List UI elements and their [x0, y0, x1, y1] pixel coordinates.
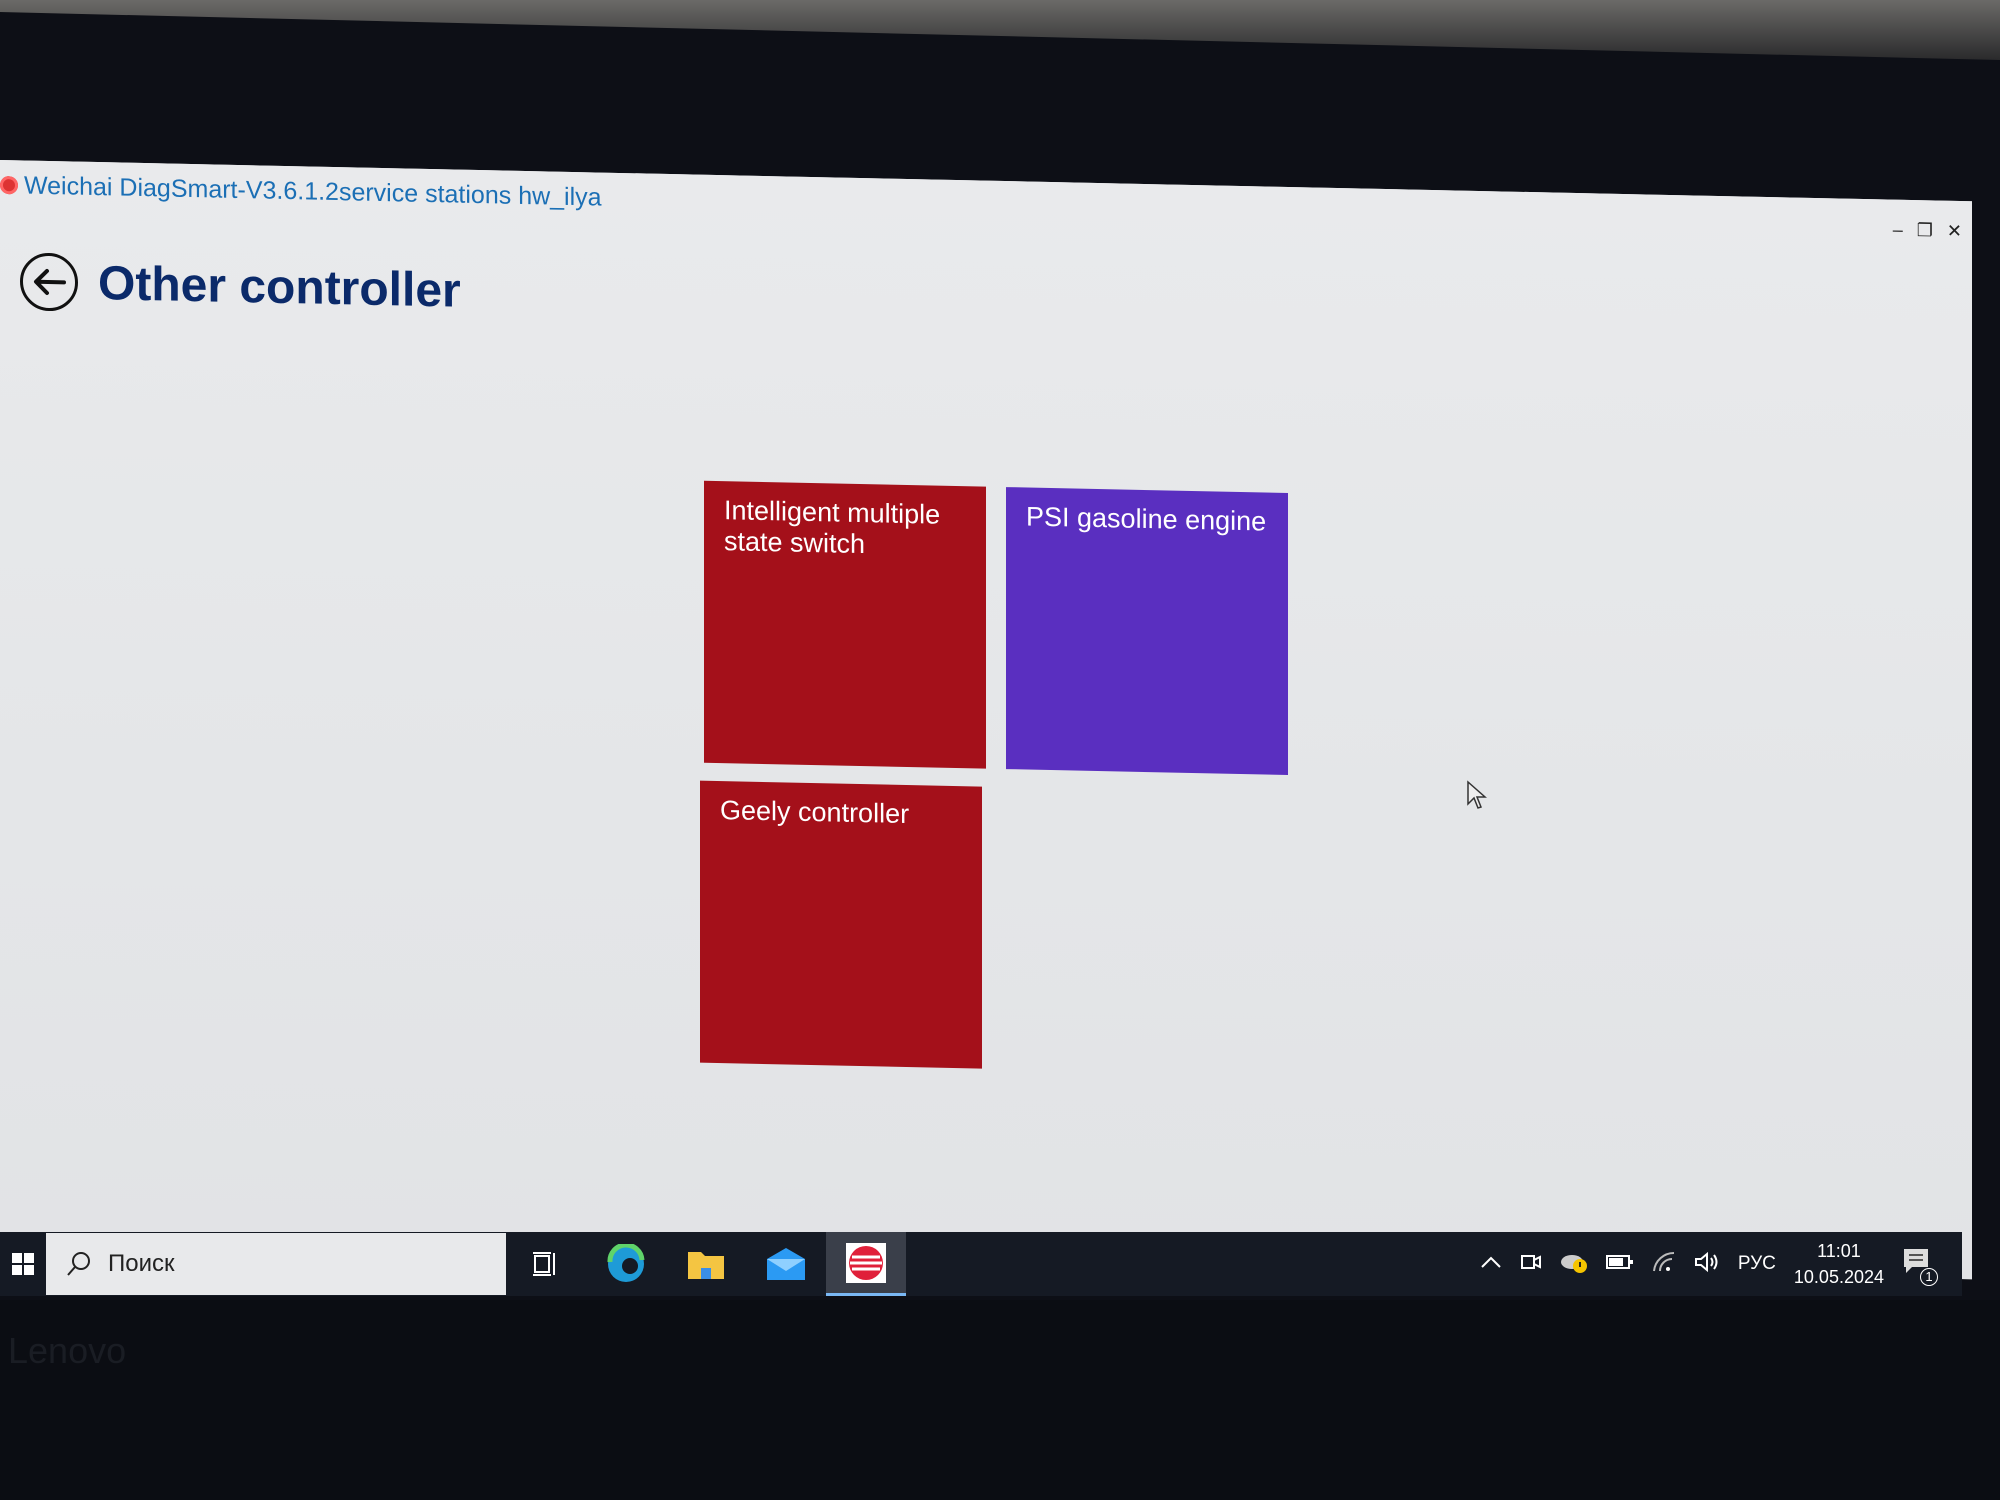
wifi-tray-button[interactable] [1652, 1251, 1676, 1278]
volume-tray-button[interactable] [1694, 1251, 1720, 1278]
tile-label: Intelligent multiple state switch [724, 495, 941, 560]
back-button[interactable] [20, 252, 78, 312]
battery-tray-button[interactable] [1605, 1254, 1634, 1275]
tile-psi-gasoline-engine[interactable]: PSI gasoline engine [1006, 487, 1288, 775]
battery-icon [1605, 1254, 1633, 1269]
close-button[interactable]: ✕ [1947, 221, 1962, 242]
arrow-left-icon [34, 268, 66, 295]
windows-logo-icon [12, 1253, 34, 1275]
laptop-brand-logo: Lenovo [8, 1330, 127, 1371]
taskbar-search-input[interactable]: Поиск [46, 1233, 506, 1295]
wifi-icon [1652, 1251, 1674, 1271]
minimize-button[interactable]: – [1893, 220, 1903, 241]
diagsmart-app-icon [846, 1242, 886, 1283]
task-view-icon [533, 1252, 555, 1276]
tile-label: Geely controller [720, 795, 910, 830]
search-placeholder: Поиск [108, 1250, 175, 1277]
taskbar-file-explorer[interactable] [666, 1232, 746, 1296]
edge-browser-icon [607, 1244, 645, 1282]
taskbar-edge[interactable] [586, 1232, 666, 1296]
app-window: Weichai DiagSmart-V3.6.1.2service statio… [0, 160, 1972, 1280]
tile-intelligent-multiple-state-switch[interactable]: Intelligent multiple state switch [704, 480, 986, 769]
video-camera-icon [1520, 1254, 1541, 1269]
laptop-bezel-top [0, 0, 2000, 60]
app-logo-icon [0, 176, 18, 195]
tile-label: PSI gasoline engine [1026, 501, 1267, 537]
taskbar: Поиск РУС 11:01 10.05.2024 1 [0, 1232, 1962, 1296]
notification-count-badge: 1 [1920, 1267, 1938, 1286]
clock-date: 10.05.2024 [1793, 1267, 1884, 1287]
task-view-button[interactable] [506, 1232, 586, 1296]
window-controls: – ❐ ✕ [1893, 220, 1962, 242]
mouse-cursor-icon [1467, 780, 1487, 809]
search-icon [67, 1252, 90, 1276]
mail-icon [767, 1248, 805, 1280]
action-center-button[interactable]: 1 [1902, 1247, 1938, 1286]
onedrive-tray-button[interactable] [1560, 1250, 1588, 1279]
start-button[interactable] [0, 1232, 46, 1296]
window-title: Weichai DiagSmart-V3.6.1.2service statio… [24, 171, 602, 212]
taskbar-diagsmart[interactable] [826, 1232, 906, 1296]
restore-button[interactable]: ❐ [1917, 220, 1933, 241]
chevron-up-icon [1481, 1256, 1501, 1268]
show-hidden-icons-button[interactable] [1480, 1255, 1502, 1274]
taskbar-mail[interactable] [746, 1232, 826, 1296]
clock-button[interactable]: 11:01 10.05.2024 [1794, 1238, 1884, 1290]
laptop-bezel-bottom [0, 1300, 2000, 1500]
cloud-warning-icon [1560, 1254, 1587, 1273]
folder-icon [688, 1252, 724, 1279]
camera-tray-button[interactable] [1520, 1250, 1542, 1279]
page-title: Other controller [98, 256, 461, 318]
clock-time: 11:01 [1817, 1241, 1861, 1261]
tile-geely-controller[interactable]: Geely controller [700, 780, 982, 1069]
speaker-icon [1694, 1251, 1718, 1272]
input-language-button[interactable]: РУС [1738, 1253, 1776, 1275]
system-tray: РУС 11:01 10.05.2024 1 [1480, 1238, 1962, 1290]
page-header: Other controller [20, 252, 461, 319]
title-bar: Weichai DiagSmart-V3.6.1.2service statio… [0, 160, 1972, 251]
